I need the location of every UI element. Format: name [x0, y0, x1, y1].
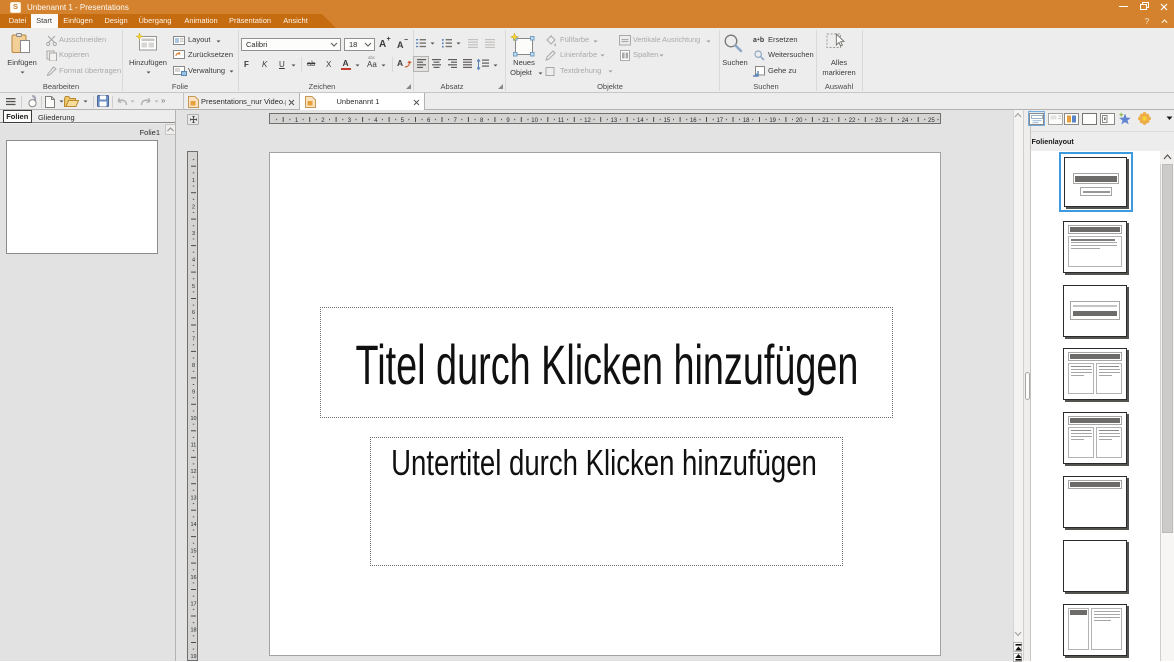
svg-text:14: 14	[190, 522, 196, 528]
svg-text:3: 3	[348, 118, 352, 124]
svg-text:4: 4	[374, 118, 378, 124]
svg-text:10: 10	[190, 416, 196, 422]
svg-text:16: 16	[690, 118, 697, 124]
svg-text:15: 15	[190, 548, 196, 554]
svg-text:12: 12	[584, 118, 591, 124]
svg-text:5: 5	[401, 118, 405, 124]
svg-text:19: 19	[190, 654, 196, 660]
svg-text:11: 11	[558, 118, 565, 124]
svg-text:10: 10	[531, 118, 538, 124]
svg-text:20: 20	[796, 118, 803, 124]
svg-text:2: 2	[192, 204, 195, 210]
svg-text:8: 8	[480, 118, 484, 124]
svg-text:18: 18	[743, 118, 750, 124]
svg-text:14: 14	[637, 118, 644, 124]
svg-text:4: 4	[192, 257, 195, 263]
svg-text:15: 15	[664, 118, 671, 124]
svg-text:8: 8	[192, 363, 195, 369]
svg-text:5: 5	[192, 284, 195, 290]
svg-text:6: 6	[192, 310, 195, 316]
svg-text:9: 9	[506, 118, 510, 124]
svg-text:25: 25	[928, 118, 935, 124]
svg-text:17: 17	[190, 601, 196, 607]
svg-text:23: 23	[875, 118, 882, 124]
svg-text:24: 24	[902, 118, 909, 124]
svg-text:12: 12	[190, 469, 196, 475]
svg-text:21: 21	[822, 118, 829, 124]
svg-text:1: 1	[295, 118, 299, 124]
svg-text:7: 7	[192, 337, 195, 343]
svg-text:13: 13	[190, 495, 196, 501]
svg-text:13: 13	[611, 118, 618, 124]
svg-text:9: 9	[192, 390, 195, 396]
svg-text:19: 19	[769, 118, 776, 124]
svg-text:16: 16	[190, 575, 196, 581]
svg-text:3: 3	[192, 231, 195, 237]
svg-text:18: 18	[190, 628, 196, 634]
svg-text:2: 2	[321, 118, 325, 124]
svg-text:17: 17	[716, 118, 723, 124]
svg-text:7: 7	[454, 118, 458, 124]
svg-text:6: 6	[427, 118, 431, 124]
svg-text:11: 11	[191, 443, 197, 449]
svg-text:1: 1	[192, 178, 195, 184]
svg-text:22: 22	[849, 118, 856, 124]
